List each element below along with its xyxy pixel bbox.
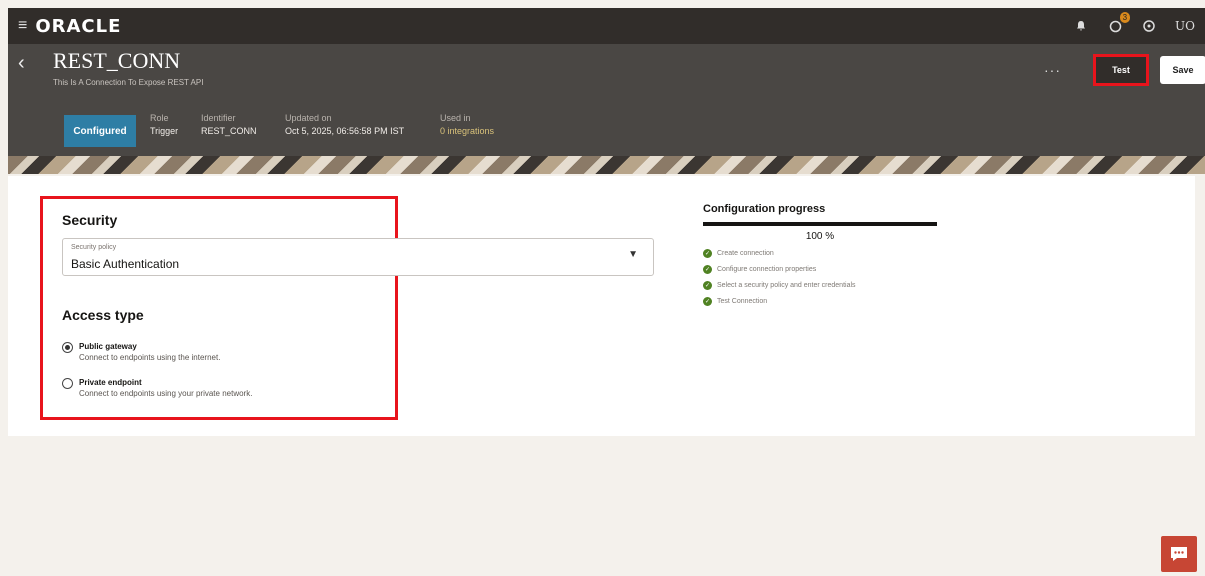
private-endpoint-desc: Connect to endpoints using your private … bbox=[79, 389, 253, 398]
badge-icon[interactable]: 3 bbox=[1107, 12, 1131, 34]
used-in-meta: Used in 0 integrations bbox=[440, 112, 494, 138]
chat-icon bbox=[1171, 547, 1187, 561]
check-icon: ✓ bbox=[703, 248, 712, 258]
security-policy-select[interactable]: Security policy Basic Authentication ▼ bbox=[62, 238, 654, 276]
radio-public-gateway[interactable]: Public gateway Connect to endpoints usin… bbox=[62, 341, 220, 363]
progress-step: ✓ Create connection bbox=[703, 248, 774, 258]
chevron-down-icon[interactable]: ▼ bbox=[628, 249, 638, 260]
back-icon[interactable]: ‹ bbox=[18, 52, 25, 75]
top-icons: 3 UO bbox=[1073, 12, 1195, 34]
check-icon: ✓ bbox=[703, 280, 712, 290]
updated-value: Oct 5, 2025, 06:56:58 PM IST bbox=[285, 126, 405, 136]
private-endpoint-title: Private endpoint bbox=[79, 378, 142, 387]
brand: ≡ ORACLE bbox=[18, 16, 121, 37]
role-value: Trigger bbox=[150, 126, 179, 136]
check-icon: ✓ bbox=[703, 296, 712, 306]
notification-count: 3 bbox=[1119, 12, 1131, 23]
connection-header: ‹ REST_CONN This Is A Connection To Expo… bbox=[8, 44, 1205, 174]
status-badge: Configured bbox=[64, 115, 136, 147]
identifier-value: REST_CONN bbox=[201, 126, 257, 136]
progress-step: ✓ Configure connection properties bbox=[703, 264, 817, 274]
help-icon[interactable] bbox=[1141, 18, 1157, 34]
used-in-label: Used in bbox=[440, 113, 471, 123]
decorative-banner bbox=[8, 156, 1205, 174]
radio-button-private-endpoint[interactable] bbox=[62, 378, 73, 389]
access-type-heading: Access type bbox=[62, 307, 144, 323]
top-navigation-bar: ≡ ORACLE 3 UO bbox=[8, 8, 1205, 44]
public-gateway-desc: Connect to endpoints using the internet. bbox=[79, 353, 221, 362]
progress-step: ✓ Select a security policy and enter cred… bbox=[703, 280, 856, 290]
more-actions-button[interactable]: ··· bbox=[1044, 62, 1061, 78]
check-icon: ✓ bbox=[703, 264, 712, 274]
progress-steps: ✓ Create connection ✓ Configure connection… bbox=[703, 245, 856, 309]
security-heading: Security bbox=[62, 212, 118, 228]
progress-title: Configuration progress bbox=[703, 203, 826, 215]
test-button[interactable]: Test bbox=[1093, 54, 1149, 86]
identifier-meta: Identifier REST_CONN bbox=[201, 112, 257, 138]
chat-button[interactable] bbox=[1161, 536, 1197, 572]
public-gateway-title: Public gateway bbox=[79, 342, 137, 351]
role-meta: Role Trigger bbox=[150, 112, 178, 138]
page-title: REST_CONN bbox=[53, 48, 181, 73]
role-label: Role bbox=[150, 113, 169, 123]
radio-private-endpoint[interactable]: Private endpoint Connect to endpoints us… bbox=[62, 377, 252, 399]
user-avatar[interactable]: UO bbox=[1175, 19, 1195, 33]
identifier-label: Identifier bbox=[201, 113, 236, 123]
progress-bar-fill bbox=[703, 222, 937, 226]
radio-button-public-gateway[interactable] bbox=[62, 342, 73, 353]
security-policy-value: Basic Authentication bbox=[71, 257, 180, 271]
hamburger-icon[interactable]: ≡ bbox=[18, 18, 27, 34]
updated-meta: Updated on Oct 5, 2025, 06:56:58 PM IST bbox=[285, 112, 404, 138]
progress-step: ✓ Test Connection bbox=[703, 296, 768, 306]
save-button[interactable]: Save bbox=[1160, 56, 1205, 84]
progress-percent: 100 % bbox=[805, 231, 835, 242]
page-subtitle: This Is A Connection To Expose REST API bbox=[53, 78, 204, 87]
progress-bar bbox=[703, 222, 937, 226]
bell-icon[interactable] bbox=[1073, 18, 1089, 34]
updated-label: Updated on bbox=[285, 113, 332, 123]
used-in-link[interactable]: 0 integrations bbox=[440, 125, 494, 138]
oracle-logo[interactable]: ORACLE bbox=[35, 16, 121, 37]
security-policy-label: Security policy bbox=[71, 244, 117, 251]
